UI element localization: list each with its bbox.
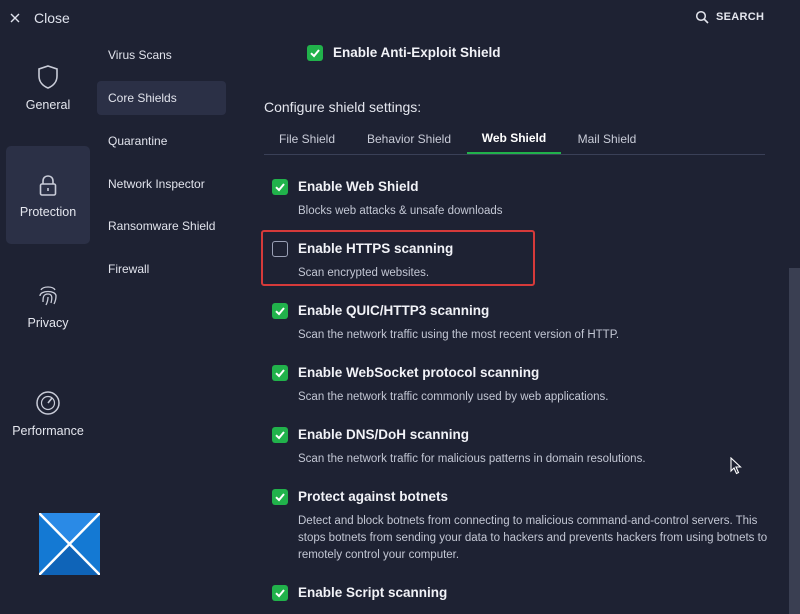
subnav-firewall[interactable]: Firewall bbox=[97, 252, 226, 286]
https-scanning-checkbox[interactable] bbox=[272, 241, 288, 257]
search-button[interactable]: SEARCH bbox=[695, 10, 764, 24]
search-icon bbox=[695, 10, 709, 24]
lock-icon bbox=[38, 146, 58, 198]
checkmark-icon bbox=[275, 589, 285, 598]
close-icon bbox=[10, 13, 20, 23]
tab-file-shield[interactable]: File Shield bbox=[264, 124, 350, 154]
script-scanning-checkbox[interactable] bbox=[272, 585, 288, 601]
checkmark-icon bbox=[310, 49, 320, 58]
botnet-protection-desc: Detect and block botnets from connecting… bbox=[298, 515, 768, 561]
web-shield-desc: Blocks web attacks & unsafe downloads bbox=[298, 205, 503, 217]
checkmark-icon bbox=[275, 183, 285, 192]
botnet-protection-title: Protect against botnets bbox=[298, 489, 449, 504]
web-shield-checkbox[interactable] bbox=[272, 179, 288, 195]
websocket-scanning-desc: Scan the network traffic commonly used b… bbox=[298, 391, 609, 403]
subnav-quarantine[interactable]: Quarantine bbox=[97, 124, 226, 158]
checkmark-icon bbox=[275, 307, 285, 316]
subnav-ransomware-shield[interactable]: Ransomware Shield bbox=[97, 209, 226, 243]
shield-tabs: File Shield Behavior Shield Web Shield M… bbox=[264, 124, 765, 155]
nav-protection[interactable]: Protection bbox=[6, 146, 90, 244]
checkmark-icon bbox=[275, 369, 285, 378]
dns-doh-scanning-desc: Scan the network traffic for malicious p… bbox=[298, 453, 646, 465]
quic-scanning-desc: Scan the network traffic using the most … bbox=[298, 329, 620, 341]
nav-performance[interactable]: Performance bbox=[6, 386, 90, 446]
https-scanning-title: Enable HTTPS scanning bbox=[298, 241, 454, 256]
websocket-scanning-title: Enable WebSocket protocol scanning bbox=[298, 365, 540, 380]
configure-heading: Configure shield settings: bbox=[264, 99, 422, 115]
web-shield-title: Enable Web Shield bbox=[298, 179, 419, 194]
tab-behavior-shield[interactable]: Behavior Shield bbox=[352, 124, 466, 154]
search-label: SEARCH bbox=[716, 11, 765, 23]
nav-protection-label: Protection bbox=[19, 205, 77, 219]
https-scanning-desc: Scan encrypted websites. bbox=[298, 267, 430, 279]
subnav-network-inspector[interactable]: Network Inspector bbox=[97, 167, 226, 201]
quic-scanning-checkbox[interactable] bbox=[272, 303, 288, 319]
tab-mail-shield[interactable]: Mail Shield bbox=[562, 124, 652, 154]
nav-general[interactable]: General bbox=[6, 60, 90, 120]
close-button[interactable]: Close bbox=[10, 8, 70, 28]
botnet-protection-checkbox[interactable] bbox=[272, 489, 288, 505]
checkmark-icon bbox=[275, 493, 285, 502]
subnav-virus-scans[interactable]: Virus Scans bbox=[97, 38, 226, 72]
subnav-core-shields[interactable]: Core Shields bbox=[97, 81, 226, 115]
speedometer-icon bbox=[35, 386, 61, 416]
quic-scanning-title: Enable QUIC/HTTP3 scanning bbox=[298, 303, 490, 318]
tab-web-shield[interactable]: Web Shield bbox=[467, 124, 561, 154]
windows-logo bbox=[38, 512, 101, 576]
scrollbar-thumb[interactable] bbox=[789, 268, 800, 614]
checkmark-icon bbox=[275, 431, 285, 440]
nav-general-label: General bbox=[25, 98, 71, 112]
nav-privacy[interactable]: Privacy bbox=[6, 278, 90, 338]
script-scanning-title: Enable Script scanning bbox=[298, 585, 448, 600]
websocket-scanning-checkbox[interactable] bbox=[272, 365, 288, 381]
fingerprint-icon bbox=[36, 278, 60, 308]
nav-privacy-label: Privacy bbox=[27, 316, 69, 330]
dns-doh-scanning-checkbox[interactable] bbox=[272, 427, 288, 443]
shield-icon bbox=[37, 60, 59, 90]
anti-exploit-label: Enable Anti-Exploit Shield bbox=[333, 45, 501, 60]
nav-performance-label: Performance bbox=[12, 424, 84, 438]
anti-exploit-checkbox[interactable] bbox=[307, 45, 323, 61]
close-label: Close bbox=[34, 10, 70, 26]
mouse-cursor-icon bbox=[730, 456, 742, 480]
dns-doh-scanning-title: Enable DNS/DoH scanning bbox=[298, 427, 470, 442]
